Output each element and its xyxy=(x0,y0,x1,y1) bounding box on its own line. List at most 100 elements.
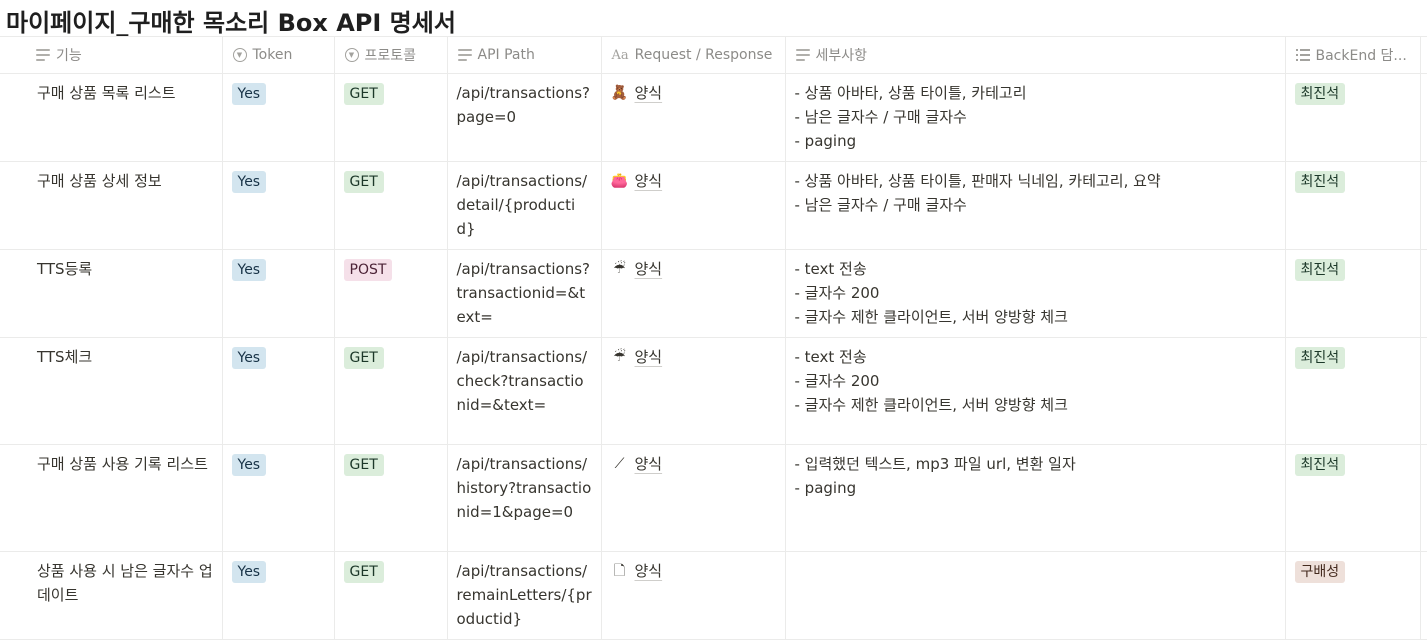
cell-owner[interactable]: 구배성 xyxy=(1284,551,1421,640)
cell-overflow xyxy=(1419,249,1427,338)
reqres-page-link[interactable]: 양식 xyxy=(635,81,663,105)
protocol-tag: GET xyxy=(343,561,384,583)
cell-token[interactable]: Yes xyxy=(221,444,335,552)
select-property-icon: ▼ xyxy=(232,48,247,62)
cell-token[interactable]: Yes xyxy=(221,337,335,445)
api-path-text: /api/transactions/check?transactionid=&t… xyxy=(456,348,588,414)
token-tag: Yes xyxy=(231,83,267,105)
cell-details[interactable] xyxy=(784,551,1286,640)
cell-path[interactable]: /api/transactions?transactionid=&text= xyxy=(446,249,602,338)
table-row[interactable]: 구매 상품 목록 리스트 Yes GET /api/transactions?p… xyxy=(0,73,1427,162)
cell-protocol[interactable]: GET xyxy=(333,161,448,250)
token-tag: Yes xyxy=(231,454,267,476)
column-label: 기능 xyxy=(56,48,82,64)
reqres-page-link[interactable]: 양식 xyxy=(635,169,663,193)
detail-line: - 글자수 제한 클라이언트, 서버 양방향 체크 xyxy=(794,308,1068,326)
column-header-path[interactable]: API Path xyxy=(446,36,602,74)
cell-details[interactable]: - 상품 아바타, 상품 타이틀, 카테고리 - 남은 글자수 / 구매 글자수 -… xyxy=(784,73,1286,162)
protocol-tag: GET xyxy=(343,347,384,369)
owner-tag: 최진석 xyxy=(1294,83,1346,105)
cell-owner[interactable]: 최진석 xyxy=(1284,337,1421,445)
api-path-text: /api/transactions/remainLetters/{product… xyxy=(456,562,592,628)
cell-path[interactable]: /api/transactions?page=0 xyxy=(446,73,602,162)
api-path-text: /api/transactions/detail/{productid} xyxy=(456,172,588,238)
cell-token[interactable]: Yes xyxy=(221,551,335,640)
cell-path[interactable]: /api/transactions/check?transactionid=&t… xyxy=(446,337,602,445)
cell-details[interactable]: - 입력했던 텍스트, mp3 파일 url, 변환 일자 - paging xyxy=(784,444,1286,552)
reqres-page-link[interactable]: 양식 xyxy=(635,452,663,476)
table-row[interactable]: 구매 상품 상세 정보 Yes GET /api/transactions/de… xyxy=(0,161,1427,250)
teddy-bear-icon: 🧸 xyxy=(610,85,629,101)
cell-feature[interactable]: 구매 상품 사용 기록 리스트 xyxy=(0,444,223,552)
feature-text: 구매 상품 상세 정보 xyxy=(37,172,162,190)
column-header-feature[interactable]: 기능 xyxy=(0,36,223,74)
cell-feature[interactable]: 상품 사용 시 남은 글자수 업데이트 xyxy=(0,551,223,640)
protocol-tag: GET xyxy=(343,171,384,193)
column-header-token[interactable]: ▼ Token xyxy=(221,36,335,74)
column-header-details[interactable]: 세부사항 xyxy=(784,36,1286,74)
cell-reqres[interactable]: 👛 양식 xyxy=(600,161,786,250)
cell-owner[interactable]: 최진석 xyxy=(1284,249,1421,338)
table-row[interactable]: 구매 상품 사용 기록 리스트 Yes GET /api/transaction… xyxy=(0,444,1427,552)
page-title: 마이페이지_구매한 목소리 Box API 명세서 xyxy=(6,9,456,37)
reqres-page-link[interactable]: 양식 xyxy=(635,345,663,369)
column-header-owner[interactable]: BackEnd 담... xyxy=(1284,36,1421,74)
reqres-page-link[interactable]: 양식 xyxy=(635,257,663,281)
column-label: Token xyxy=(252,47,293,63)
table-row[interactable]: 상품 사용 시 남은 글자수 업데이트 Yes GET /api/transac… xyxy=(0,551,1427,640)
cell-owner[interactable]: 최진석 xyxy=(1284,161,1421,250)
cell-reqres[interactable]: 🗋 양식 xyxy=(600,551,786,640)
reqres-page-link[interactable]: 양식 xyxy=(635,559,663,583)
token-tag: Yes xyxy=(231,259,267,281)
cell-feature[interactable]: TTS등록 xyxy=(0,249,223,338)
cell-protocol[interactable]: POST xyxy=(333,249,448,338)
cell-reqres[interactable]: 🧸 양식 xyxy=(600,73,786,162)
cell-protocol[interactable]: GET xyxy=(333,337,448,445)
cell-feature[interactable]: TTS체크 xyxy=(0,337,223,445)
cell-token[interactable]: Yes xyxy=(221,161,335,250)
column-header-overflow xyxy=(1419,36,1427,74)
cell-owner[interactable]: 최진석 xyxy=(1284,444,1421,552)
cell-details[interactable]: - text 전송 - 글자수 200 - 글자수 제한 클라이언트, 서버 양방향… xyxy=(784,337,1286,445)
cell-reqres[interactable]: ☔ 양식 xyxy=(600,337,786,445)
text-property-icon xyxy=(36,48,50,62)
column-header-reqres[interactable]: Aa Request / Response xyxy=(600,36,786,74)
cell-protocol[interactable]: GET xyxy=(333,73,448,162)
column-header-protocol[interactable]: ▼ 프로토콜 xyxy=(333,36,448,74)
column-label: 세부사항 xyxy=(815,48,868,64)
cell-details[interactable]: - text 전송 - 글자수 200 - 글자수 제한 클라이언트, 서버 양방향… xyxy=(784,249,1286,338)
cell-feature[interactable]: 구매 상품 상세 정보 xyxy=(0,161,223,250)
cell-path[interactable]: /api/transactions/detail/{productid} xyxy=(446,161,602,250)
cell-protocol[interactable]: GET xyxy=(333,444,448,552)
owner-tag: 최진석 xyxy=(1294,347,1346,369)
cell-reqres[interactable]: ☔ 양식 xyxy=(600,249,786,338)
api-path-text: /api/transactions?page=0 xyxy=(456,84,591,126)
feature-text: TTS체크 xyxy=(37,348,93,366)
cell-path[interactable]: /api/transactions/history?transactionid=… xyxy=(446,444,602,552)
detail-line: - text 전송 xyxy=(794,348,867,366)
cell-protocol[interactable]: GET xyxy=(333,551,448,640)
purse-icon: 👛 xyxy=(610,173,629,189)
detail-line: - 남은 글자수 / 구매 글자수 xyxy=(794,108,967,126)
cell-token[interactable]: Yes xyxy=(221,73,335,162)
cell-owner[interactable]: 최진석 xyxy=(1284,73,1421,162)
api-path-text: /api/transactions?transactionid=&text= xyxy=(456,260,591,326)
cell-details[interactable]: - 상품 아바타, 상품 타이틀, 판매자 닉네임, 카테고리, 요약 - 남은 … xyxy=(784,161,1286,250)
feature-text: TTS등록 xyxy=(37,260,93,278)
cell-path[interactable]: /api/transactions/remainLetters/{product… xyxy=(446,551,602,640)
protocol-tag: GET xyxy=(343,83,384,105)
token-tag: Yes xyxy=(231,561,267,583)
detail-line: - 상품 아바타, 상품 타이틀, 판매자 닉네임, 카테고리, 요약 xyxy=(794,172,1161,190)
token-tag: Yes xyxy=(231,171,267,193)
column-label: API Path xyxy=(477,47,535,63)
cell-reqres[interactable]: ⟋ 양식 xyxy=(600,444,786,552)
select-property-icon: ▼ xyxy=(344,48,359,62)
cell-feature[interactable]: 구매 상품 목록 리스트 xyxy=(0,73,223,162)
feature-text: 구매 상품 목록 리스트 xyxy=(37,84,176,102)
document-icon: 🗋 xyxy=(613,563,626,579)
header-row: 기능 ▼ Token ▼ 프로토콜 API Path Aa Request / … xyxy=(0,36,1427,74)
table-row[interactable]: TTS등록 Yes POST /api/transactions?transac… xyxy=(0,249,1427,338)
owner-tag: 최진석 xyxy=(1294,171,1346,193)
table-row[interactable]: TTS체크 Yes GET /api/transactions/check?tr… xyxy=(0,337,1427,445)
cell-token[interactable]: Yes xyxy=(221,249,335,338)
